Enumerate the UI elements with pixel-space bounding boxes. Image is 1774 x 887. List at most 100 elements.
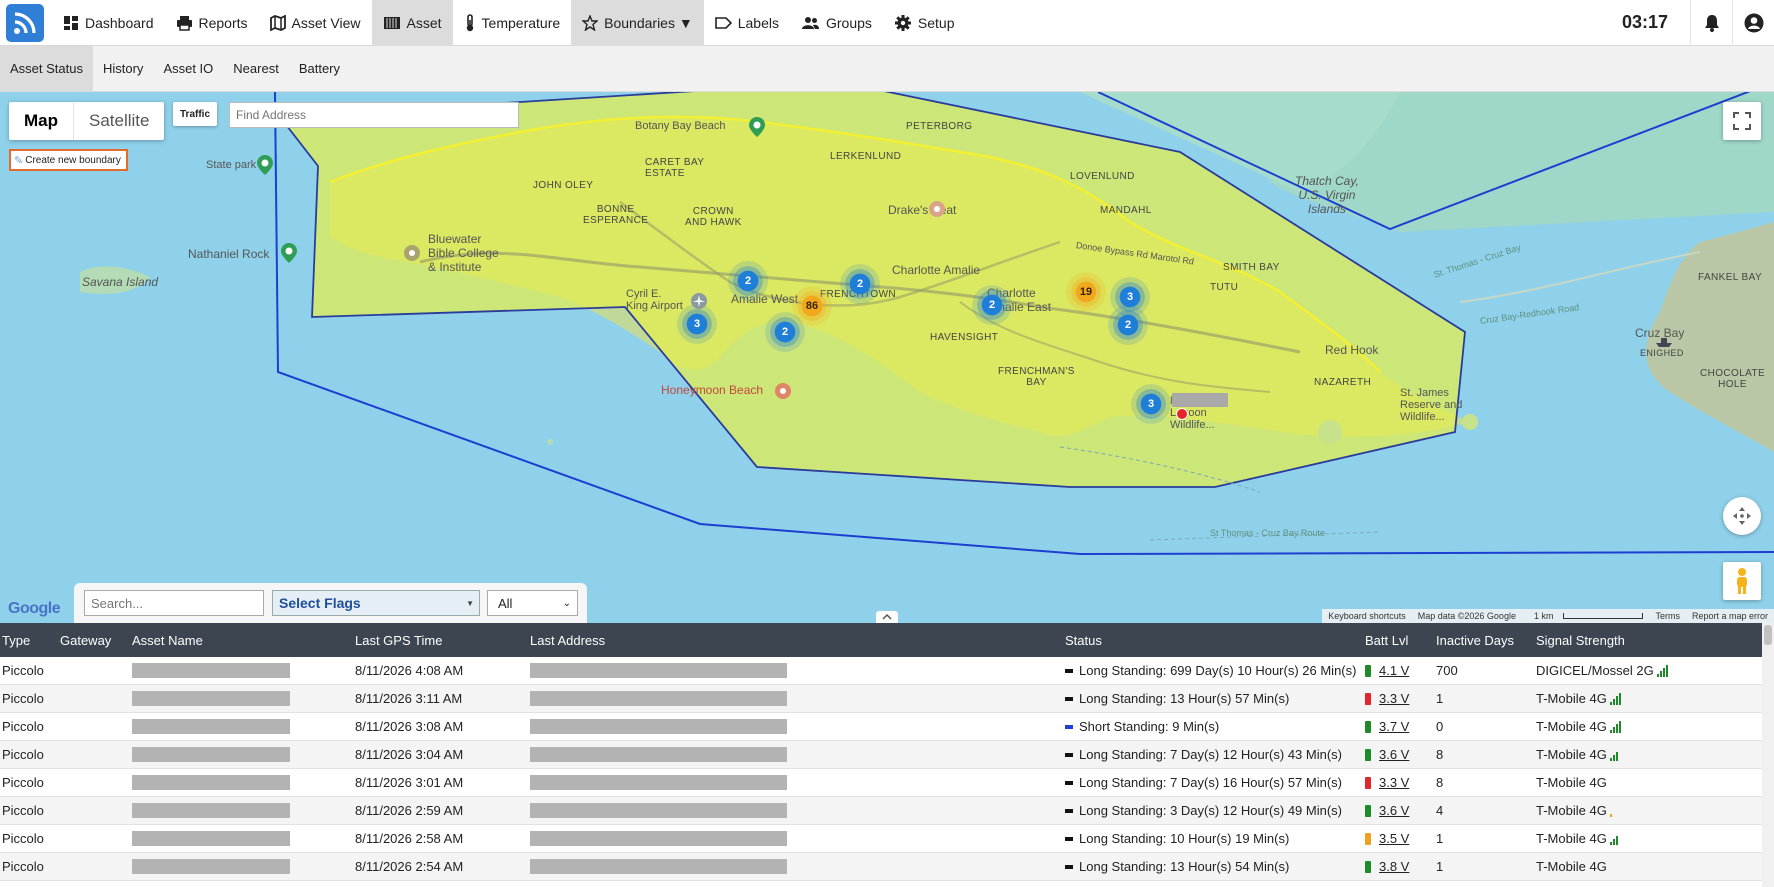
account-button[interactable] [1732,0,1774,46]
cluster-marker[interactable]: 19 [1066,272,1106,312]
status-text: Long Standing: 7 Day(s) 12 Hour(s) 43 Mi… [1079,747,1343,762]
signal-bars-icon [1609,805,1613,817]
collapse-map-button[interactable] [876,611,898,623]
map-label: HAVENSIGHT [930,332,999,343]
select-flags-dropdown[interactable]: Select Flags ▼ [272,590,480,616]
cell-batt-lvl[interactable]: 3.5 V [1365,831,1409,846]
col-asset-name[interactable]: Asset Name [132,633,203,648]
table-row[interactable]: Piccolo 8/11/2026 3:04 AM Long Standing: 7… [0,741,1774,769]
table-row[interactable]: Piccolo 8/11/2026 3:08 AM Short Standing: … [0,713,1774,741]
col-last-address[interactable]: Last Address [530,633,605,648]
batt-value-link[interactable]: 3.3 V [1379,691,1409,706]
map-canvas[interactable]: Botany Bay Beach State park Nathaniel Ro… [0,92,1774,623]
asset-pin[interactable] [1176,408,1188,420]
fullscreen-button[interactable] [1723,102,1761,140]
cluster-marker[interactable]: 3 [1131,384,1171,424]
app-logo[interactable] [6,3,44,42]
cluster-marker[interactable]: 2 [728,261,768,301]
map-type-map-button[interactable]: Map [9,102,73,140]
batt-value-link[interactable]: 3.3 V [1379,775,1409,790]
cell-batt-lvl[interactable]: 3.7 V [1365,719,1409,734]
cell-last-address-redacted [530,803,787,818]
cell-batt-lvl[interactable]: 3.6 V [1365,747,1409,762]
create-boundary-button[interactable]: ✎ Create new boundary [9,149,128,171]
col-gateway[interactable]: Gateway [60,633,111,648]
table-row[interactable]: Piccolo 8/11/2026 2:54 AM Long Standing: 1… [0,853,1774,881]
nav-reports[interactable]: Reports [165,0,259,46]
batt-value-link[interactable]: 3.7 V [1379,719,1409,734]
col-signal-strength[interactable]: Signal Strength [1536,633,1625,648]
cluster-marker[interactable]: 3 [677,304,717,344]
table-row[interactable]: Piccolo 8/11/2026 4:08 AM Long Standing: 6… [0,657,1774,685]
cell-last-address-redacted [530,663,787,678]
table-row[interactable]: Piccolo 8/11/2026 3:01 AM Long Standing: 7… [0,769,1774,797]
cell-last-gps-time: 8/11/2026 4:08 AM [355,663,464,678]
all-filter-select[interactable]: All ⌄ [487,590,578,616]
cell-inactive-days: 1 [1436,859,1444,874]
cluster-count: 19 [1079,286,1093,298]
tab-asset-io[interactable]: Asset IO [153,46,223,92]
nav-boundaries[interactable]: Boundaries ▼ [571,0,704,46]
table-row[interactable]: Piccolo 8/11/2026 3:11 AM Long Standing: 1… [0,685,1774,713]
signal-bars-icon [1656,664,1669,677]
notifications-button[interactable] [1690,0,1732,46]
map-label: St. James Reserve and Wildlife... [1400,387,1463,423]
terms-link[interactable]: Terms [1649,609,1686,623]
table-row[interactable]: Piccolo 8/11/2026 2:59 AM Long Standing: 3… [0,797,1774,825]
col-last-gps-time[interactable]: Last GPS Time [355,633,442,648]
airport-icon [691,293,707,309]
cluster-marker[interactable]: 2 [972,285,1012,325]
nav-groups[interactable]: Groups [790,0,883,46]
tab-battery[interactable]: Battery [289,46,350,92]
cell-status: Long Standing: 3 Day(s) 12 Hour(s) 49 Mi… [1065,803,1342,818]
col-status[interactable]: Status [1065,633,1102,648]
cluster-marker[interactable]: 2 [765,312,805,352]
nav-asset-view[interactable]: Asset View [259,0,372,46]
col-inactive-days[interactable]: Inactive Days [1436,633,1514,648]
nav-labels[interactable]: Labels [704,0,790,46]
batt-value-link[interactable]: 3.6 V [1379,803,1409,818]
table-scrollbar[interactable] [1762,623,1774,887]
nav-asset[interactable]: Asset [371,0,453,46]
batt-value-link[interactable]: 4.1 V [1379,663,1409,678]
batt-value-link[interactable]: 3.5 V [1379,831,1409,846]
col-type[interactable]: Type [2,633,30,648]
park-pin-icon [281,243,297,263]
nav-setup[interactable]: Setup [883,0,966,46]
batt-value-link[interactable]: 3.6 V [1379,747,1409,762]
cluster-marker[interactable]: 2 [1108,305,1148,345]
cell-asset-name-redacted [132,691,290,706]
cell-batt-lvl[interactable]: 3.3 V [1365,691,1409,706]
col-batt-lvl[interactable]: Batt Lvl [1365,633,1408,648]
table-row[interactable]: Piccolo 8/11/2026 2:58 AM Long Standing: 1… [0,825,1774,853]
tab-asset-status[interactable]: Asset Status [0,45,93,92]
signal-text: T-Mobile 4G [1536,859,1607,874]
keyboard-shortcuts-link[interactable]: Keyboard shortcuts [1322,609,1412,623]
batt-value-link[interactable]: 3.8 V [1379,859,1409,874]
street-view-pegman-button[interactable] [1723,562,1761,600]
pan-control-button[interactable] [1723,497,1761,535]
map-scale-label: 1 km [1533,611,1554,621]
scrollbar-thumb[interactable] [1764,625,1772,645]
nav-temperature[interactable]: Temperature [453,0,572,46]
redacted-block [530,803,787,818]
cell-batt-lvl[interactable]: 3.3 V [1365,775,1409,790]
map-type-satellite-button[interactable]: Satellite [73,102,164,140]
cell-batt-lvl[interactable]: 3.6 V [1365,803,1409,818]
cell-batt-lvl[interactable]: 4.1 V [1365,663,1409,678]
find-address-input[interactable] [229,102,519,128]
redacted-block [132,663,290,678]
nav-dashboard[interactable]: Dashboard [52,0,165,46]
cell-signal-strength: T-Mobile 4G [1536,775,1610,790]
map-label: CROWN AND HAWK [685,206,742,228]
battery-icon [1365,776,1371,789]
traffic-button[interactable]: Traffic [173,102,218,126]
report-map-error-link[interactable]: Report a map error [1686,609,1774,623]
tab-nearest[interactable]: Nearest [223,46,289,92]
asset-search-input[interactable] [84,590,264,616]
cell-batt-lvl[interactable]: 3.8 V [1365,859,1409,874]
cell-asset-name-redacted [132,719,290,734]
signal-text: T-Mobile 4G [1536,719,1607,734]
tab-history[interactable]: History [93,46,153,92]
cluster-marker[interactable]: 2 [840,264,880,304]
